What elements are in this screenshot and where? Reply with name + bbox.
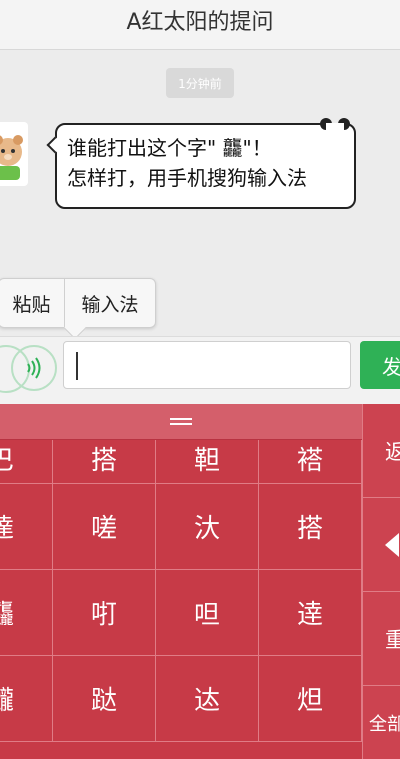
message-input[interactable]	[63, 341, 351, 389]
candidate-row: 巴 搭 靼 褡	[0, 440, 362, 484]
candidate-key[interactable]: 搭	[259, 484, 362, 569]
context-menu: 粘贴 输入法	[0, 278, 156, 340]
message-timestamp: 1分钟前	[166, 68, 234, 98]
candidate-grid: 巴 搭 靼 褡 達 嗟 汏 搭 龘 咑 呾 逹 龖 跶 迏 炟	[0, 440, 362, 742]
candidate-key[interactable]: 跶	[53, 656, 156, 741]
message-line-2: 怎样打，用手机搜狗输入法	[67, 166, 307, 190]
keyboard-side-panel: 返 重 全部	[362, 404, 400, 759]
voice-button[interactable]	[11, 345, 57, 391]
candidate-key[interactable]: 迏	[156, 656, 259, 741]
candidate-key[interactable]: 龘	[0, 570, 53, 655]
avatar[interactable]	[0, 122, 28, 186]
delete-button[interactable]	[363, 498, 400, 592]
candidate-row: 龖 跶 迏 炟	[0, 656, 362, 742]
collapse-handle[interactable]	[0, 404, 362, 440]
left-arrow-icon	[385, 532, 399, 557]
voice-icon	[27, 357, 41, 379]
message-line-1: 谁能打出这个字" 龘"！	[67, 136, 272, 160]
candidate-key[interactable]: 逹	[259, 570, 362, 655]
candidate-row: 達 嗟 汏 搭	[0, 484, 362, 570]
all-candidates-button[interactable]: 全部	[363, 686, 400, 759]
reenter-button[interactable]: 重	[363, 592, 400, 686]
paste-menu-item[interactable]: 粘贴	[0, 279, 65, 327]
ime-keyboard: 巴 搭 靼 褡 達 嗟 汏 搭 龘 咑 呾 逹 龖 跶 迏 炟 返	[0, 404, 400, 759]
page-title: A红太阳的提问	[126, 10, 274, 35]
send-button[interactable]: 发	[360, 341, 400, 389]
menu-lines-icon	[170, 417, 192, 425]
candidate-key[interactable]: 巴	[0, 440, 53, 483]
candidate-key[interactable]: 呾	[156, 570, 259, 655]
candidate-key[interactable]: 靼	[156, 440, 259, 483]
candidate-key[interactable]: 炟	[259, 656, 362, 741]
candidate-key[interactable]: 咑	[53, 570, 156, 655]
candidate-key[interactable]: 嗟	[53, 484, 156, 569]
bubble-tail	[46, 136, 64, 154]
message-bubble[interactable]: 谁能打出这个字" 龘"！ 怎样打，用手机搜狗输入法	[46, 118, 356, 209]
composer-bar: 发	[0, 336, 400, 404]
back-button[interactable]: 返	[363, 404, 400, 498]
candidate-key[interactable]: 褡	[259, 440, 362, 483]
candidate-key[interactable]: 龖	[0, 656, 53, 741]
candidate-key[interactable]: 汏	[156, 484, 259, 569]
candidate-row: 龘 咑 呾 逹	[0, 570, 362, 656]
candidate-key[interactable]: 達	[0, 484, 53, 569]
candidate-key[interactable]: 搭	[53, 440, 156, 483]
title-bar: A红太阳的提问	[0, 0, 400, 50]
panda-ears-icon	[320, 118, 350, 131]
text-caret	[76, 352, 78, 380]
